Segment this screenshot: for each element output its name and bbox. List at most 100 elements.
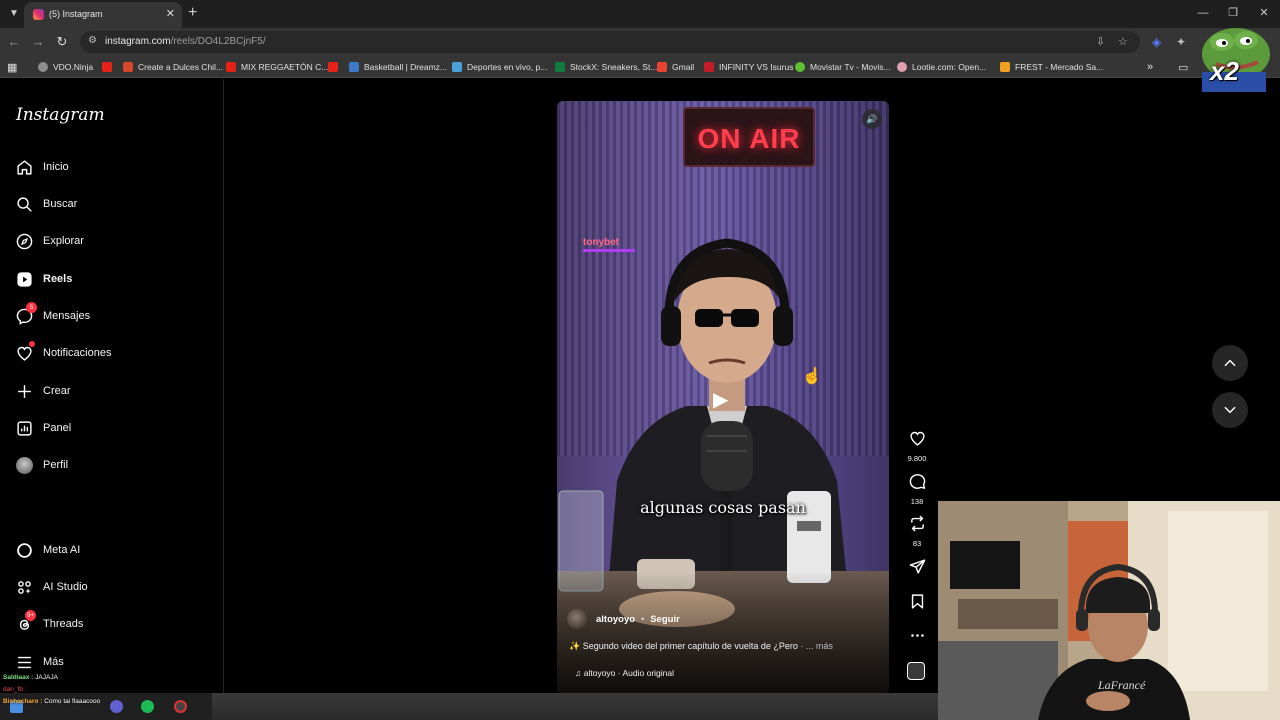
url-text: instagram.com/reels/DO4L2BCjnF5/ bbox=[105, 36, 266, 47]
avatar[interactable] bbox=[567, 609, 587, 629]
site-info-icon[interactable]: ⚙ bbox=[88, 35, 97, 46]
sidebar-item-label: Reels bbox=[43, 273, 73, 285]
instagram-sidebar: Instagram Inicio Buscar Explorar Reels 5… bbox=[0, 79, 224, 693]
chat-username: Bishacharo : bbox=[3, 698, 43, 705]
caption-text: Segundo video del primer capítulo de vue… bbox=[582, 641, 798, 651]
reel-audio[interactable]: ♫ altoyoyo · Audio original bbox=[575, 668, 674, 678]
folder-icon[interactable]: ▭ bbox=[1178, 60, 1188, 74]
extension-icon[interactable]: ◈ bbox=[1152, 35, 1161, 49]
sidebar-item-inicio[interactable]: Inicio bbox=[16, 155, 69, 179]
sidebar-item-mensajes[interactable]: 5 Mensajes bbox=[16, 302, 90, 328]
address-bar[interactable]: ⚙ instagram.com/reels/DO4L2BCjnF5/ ⇩ ☆ bbox=[80, 31, 1140, 53]
bookmark-item[interactable]: StockX: Sneakers, St... bbox=[555, 60, 657, 74]
streamer-webcam: LaFrancé bbox=[938, 501, 1280, 720]
sidebar-item-label: Crear bbox=[43, 385, 71, 397]
bookmark-item[interactable]: Create a Dulces Chil... bbox=[123, 60, 223, 74]
sidebar-item-ai-studio[interactable]: AI Studio bbox=[16, 575, 88, 599]
sidebar-item-label: Buscar bbox=[43, 198, 78, 210]
like-count: 9.800 bbox=[907, 454, 927, 463]
repost-button[interactable]: 83 bbox=[903, 515, 931, 548]
sidebar-item-notificaciones[interactable]: Notificaciones bbox=[16, 341, 111, 365]
extensions-puzzle-icon[interactable]: ✦ bbox=[1176, 35, 1186, 49]
bookmark-item[interactable]: INFINITY VS Isurus bbox=[704, 60, 793, 74]
svg-text:LaFrancé: LaFrancé bbox=[1097, 678, 1146, 692]
reload-icon[interactable]: ↻ bbox=[54, 34, 70, 50]
reel-caption[interactable]: ✨ Segundo video del primer capítulo de v… bbox=[569, 641, 833, 652]
forward-arrow-icon[interactable]: → bbox=[30, 34, 46, 50]
sidebar-item-label: Perfil bbox=[43, 459, 69, 471]
sidebar-item-label: Threads bbox=[43, 618, 84, 630]
separator-dot: • bbox=[641, 614, 645, 624]
reel-video[interactable]: ON AIR tonybet 🔊 ▶ algunas cosas pasan a… bbox=[557, 101, 889, 693]
apps-grid-icon[interactable]: ▦ bbox=[7, 60, 17, 74]
sidebar-item-label: Inicio bbox=[43, 161, 69, 173]
next-reel-button[interactable] bbox=[1212, 392, 1248, 428]
send-icon bbox=[909, 559, 925, 574]
follow-button[interactable]: Seguir bbox=[650, 614, 680, 625]
spotify-icon[interactable] bbox=[141, 700, 154, 713]
plus-icon bbox=[18, 384, 31, 398]
bookmark-item[interactable]: FREST - Mercado Sa... bbox=[1000, 60, 1103, 74]
bookmarks-bar: ▦ VDO.Ninja Create a Dulces Chil... MIX … bbox=[0, 56, 1280, 78]
like-button[interactable]: 9.800 bbox=[903, 430, 931, 463]
sparkle-icon: ✨ bbox=[569, 641, 581, 651]
bookmark-item[interactable] bbox=[328, 60, 343, 74]
repost-icon bbox=[910, 515, 924, 532]
sidebar-item-perfil[interactable]: Perfil bbox=[16, 453, 68, 477]
compass-icon bbox=[16, 233, 33, 249]
sidebar-item-label: Explorar bbox=[43, 235, 84, 247]
bookmark-item[interactable]: Gmail bbox=[657, 60, 694, 74]
sidebar-item-reels[interactable]: Reels bbox=[16, 267, 72, 291]
sidebar-item-crear[interactable]: Crear bbox=[16, 379, 71, 403]
threads-count-badge: 9+ bbox=[25, 610, 37, 621]
notification-dot bbox=[29, 341, 35, 347]
save-button[interactable] bbox=[903, 593, 931, 615]
webcam-scene: LaFrancé bbox=[938, 501, 1280, 720]
browser-tab[interactable]: (5) Instagram ✕ bbox=[24, 2, 182, 28]
dashboard-icon bbox=[17, 420, 32, 436]
bookmark-item[interactable]: MIX REGGAETÓN C... bbox=[226, 60, 328, 74]
bookmark-item[interactable] bbox=[102, 60, 117, 74]
close-tab-icon[interactable]: ✕ bbox=[166, 7, 175, 20]
bookmark-item[interactable]: VDO.Ninja bbox=[38, 60, 93, 74]
app-icon[interactable] bbox=[110, 700, 123, 713]
bookmark-item[interactable]: Movistar Tv - Movis... bbox=[795, 60, 891, 74]
bookmark-star-icon[interactable]: ☆ bbox=[1118, 35, 1128, 48]
sidebar-item-buscar[interactable]: Buscar bbox=[16, 192, 77, 216]
play-icon[interactable]: ▶ bbox=[713, 387, 728, 412]
volume-icon[interactable]: 🔊 bbox=[862, 109, 882, 129]
sidebar-item-panel[interactable]: Panel bbox=[16, 416, 71, 440]
heart-icon bbox=[909, 431, 925, 446]
video-subtitle: algunas cosas pasan bbox=[640, 498, 806, 517]
chat-username: dan_fb : bbox=[3, 686, 27, 693]
install-app-icon[interactable]: ⇩ bbox=[1096, 35, 1105, 48]
comment-button[interactable]: 138 bbox=[903, 473, 931, 506]
sidebar-item-threads[interactable]: 9+ Threads bbox=[16, 610, 84, 636]
instagram-logo[interactable]: Instagram bbox=[16, 105, 105, 125]
sidebar-item-mas[interactable]: Más bbox=[16, 650, 64, 674]
more-options-button[interactable] bbox=[903, 627, 931, 649]
more-link[interactable]: · ... más bbox=[800, 641, 833, 651]
sidebar-item-meta-ai[interactable]: Meta AI bbox=[16, 538, 80, 562]
sidebar-item-label: AI Studio bbox=[43, 581, 88, 593]
sidebar-item-explorar[interactable]: Explorar bbox=[16, 229, 84, 253]
menu-icon bbox=[18, 656, 31, 668]
comment-icon bbox=[909, 474, 925, 489]
ellipsis-icon bbox=[910, 634, 924, 637]
bookmark-icon bbox=[911, 594, 923, 609]
more-bookmarks-chevron-icon[interactable]: » bbox=[1147, 60, 1153, 74]
tab-search-chevron-icon[interactable]: ▼ bbox=[6, 6, 22, 22]
back-arrow-icon[interactable]: ← bbox=[6, 34, 22, 50]
on-air-sign: ON AIR bbox=[683, 107, 815, 167]
new-tab-plus-icon[interactable]: + bbox=[188, 4, 197, 22]
audio-thumbnail[interactable] bbox=[907, 662, 925, 680]
bookmark-item[interactable]: Lootie.com: Open... bbox=[897, 60, 986, 74]
previous-reel-button[interactable] bbox=[1212, 345, 1248, 381]
avatar bbox=[16, 456, 33, 474]
author-username[interactable]: altoyoyo bbox=[596, 614, 635, 625]
bookmark-item[interactable]: Basketball | Dreamz... bbox=[349, 60, 447, 74]
share-button[interactable] bbox=[903, 558, 931, 580]
bookmark-item[interactable]: Deportes en vivo, p... bbox=[452, 60, 547, 74]
obs-icon[interactable] bbox=[174, 700, 187, 713]
reels-icon bbox=[17, 271, 32, 287]
